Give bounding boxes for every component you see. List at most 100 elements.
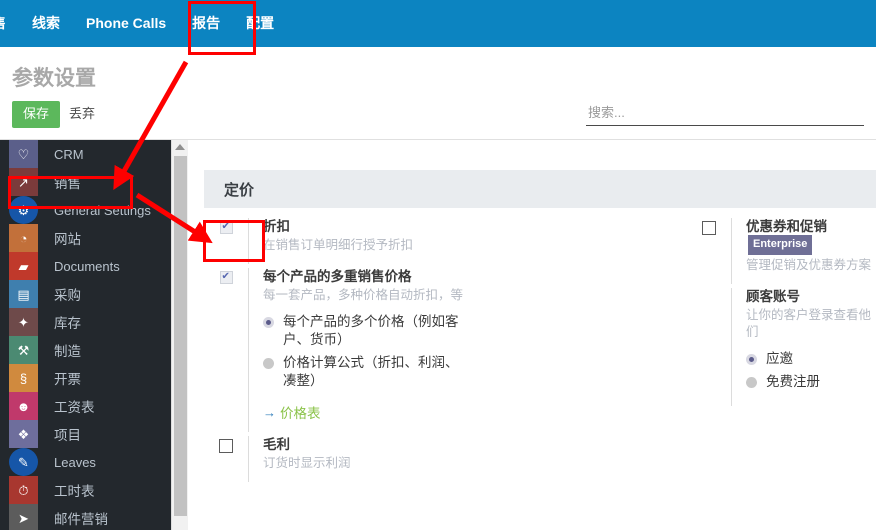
nav-item-configuration[interactable]: 配置 — [233, 0, 287, 47]
radio-group: 应邀免费注册 — [746, 350, 876, 391]
settings-column-right: 优惠券和促销Enterprise 管理促销及优惠券方案 顾客账号 让你的客户登录查看他… — [687, 218, 876, 410]
nav-item-sales[interactable]: 售 — [0, 0, 19, 47]
section-title: 定价 — [224, 181, 255, 199]
checkbox-cell — [204, 436, 248, 482]
enterprise-badge: Enterprise — [748, 235, 813, 255]
gear-circle-icon: ⚙ — [9, 196, 38, 224]
sidebar-item-13[interactable]: ➤ 邮件营销 — [0, 504, 171, 530]
setting-checkbox[interactable] — [219, 220, 233, 234]
setting-body: 每个产品的多重销售价格 每一套产品，多种价格自动折扣，等 每个产品的多个价格（例如客… — [248, 268, 624, 432]
sidebar-item-label: 项目 — [54, 428, 81, 443]
sidebar-item-3[interactable]: ◔ 网站 — [0, 224, 171, 252]
sidebar-item-0[interactable]: ♡ CRM — [0, 140, 171, 168]
sidebar-item-7[interactable]: ⚒ 制造 — [0, 336, 171, 364]
radio-group: 每个产品的多个价格（例如客户、货币） 价格计算公式（折扣、利润、凑整） — [263, 313, 624, 390]
checkbox-cell — [687, 218, 731, 284]
sidebar-item-label: Documents — [54, 258, 120, 274]
sidebar-item-label: 开票 — [54, 372, 81, 387]
stopwatch-icon: ⏱ — [9, 476, 38, 504]
pricelist-link[interactable]: 价格表 — [280, 402, 321, 422]
setting-description: 每一套产品，多种价格自动折扣，等 — [263, 288, 464, 302]
sidebar-item-5[interactable]: ▤ 采购 — [0, 280, 171, 308]
checkbox-cell — [687, 288, 731, 406]
nav-item-reports[interactable]: 报告 — [179, 0, 233, 47]
sidebar-item-6[interactable]: ✦ 库存 — [0, 308, 171, 336]
setting-checkbox[interactable] — [702, 221, 716, 235]
sidebar-item-label: 采购 — [54, 288, 81, 303]
checkbox-cell — [204, 268, 248, 432]
setting-title: 优惠券和促销Enterprise — [746, 218, 876, 255]
setting-body: 折扣 在销售订单明细行授予折扣 — [248, 218, 624, 264]
setting-title-text: 毛利 — [263, 437, 290, 452]
setting-body: 顾客账号 让你的客户登录查看他们 应邀 免费注册 — [731, 288, 876, 406]
checkbox-cell — [204, 218, 248, 264]
top-navigation-bar: 售 线索 Phone Calls 报告 配置 — [0, 0, 876, 47]
page-header: 参数设置 保存 丢弃 — [0, 47, 876, 140]
radio-label: 应邀 — [766, 351, 793, 366]
pricelist-link-row[interactable]: → 价格表 — [263, 402, 624, 422]
wrench-icon: ⚒ — [9, 336, 38, 364]
sidebar-item-4[interactable]: ▰ Documents — [0, 252, 171, 280]
radio-button[interactable] — [263, 358, 274, 369]
globe-icon: ◔ — [9, 224, 38, 252]
scroll-up-arrow-icon[interactable] — [175, 144, 185, 150]
setting-row: 每个产品的多重销售价格每一套产品，多种价格自动折扣，等每个产品的多个价格（例如客… — [204, 268, 624, 432]
search-box — [586, 102, 864, 126]
setting-title-text: 优惠券和促销 — [746, 219, 827, 234]
settings-sidebar: ♡ CRM ↗ 销售 ⚙ General Settings ◔ 网站 ▰ Documents ▤ 采购… — [0, 140, 171, 530]
box-icon: ✦ — [9, 308, 38, 336]
settings-main-panel: 定价 折扣在销售订单明细行授予折扣每个产品的多重销售价格每一套产品，多种价格自动… — [189, 140, 876, 530]
sidebar-item-label: CRM — [54, 146, 84, 162]
sidebar-item-label: 邮件营销 — [54, 512, 108, 527]
nav-item-phone-calls[interactable]: Phone Calls — [73, 0, 179, 47]
setting-row: 顾客账号 让你的客户登录查看他们 应邀 免费注册 — [687, 288, 876, 406]
scrollbar-thumb[interactable] — [174, 156, 187, 516]
sidebar-item-label: 工时表 — [54, 484, 95, 499]
arrow-right-icon: → — [263, 404, 276, 420]
radio-option[interactable]: 免费注册 — [746, 373, 876, 391]
discard-button[interactable]: 丢弃 — [65, 101, 99, 128]
payroll-user-icon: ☻ — [9, 392, 38, 420]
sidebar-item-label: 制造 — [54, 344, 81, 359]
settings-column-left: 折扣在销售订单明细行授予折扣每个产品的多重销售价格每一套产品，多种价格自动折扣，… — [204, 218, 624, 486]
setting-checkbox[interactable] — [219, 270, 233, 284]
radio-label: 价格计算公式（折扣、利润、凑整） — [283, 355, 459, 388]
sidebar-item-11[interactable]: ✎ Leaves — [0, 448, 171, 476]
sidebar-item-9[interactable]: ☻ 工资表 — [0, 392, 171, 420]
radio-option[interactable]: 应邀 — [746, 350, 876, 368]
setting-row: 毛利 订货时显示利润 — [204, 436, 624, 482]
page-title: 参数设置 — [12, 67, 96, 90]
sidebar-item-label: 网站 — [54, 232, 81, 247]
radio-option[interactable]: 价格计算公式（折扣、利润、凑整） — [263, 354, 624, 390]
sidebar-item-12[interactable]: ⏱ 工时表 — [0, 476, 171, 504]
radio-button[interactable] — [746, 377, 757, 388]
folder-icon: ▰ — [9, 252, 38, 280]
search-input[interactable] — [586, 102, 864, 126]
sidebar-item-label: 库存 — [54, 316, 81, 331]
section-header-pricing: 定价 — [204, 170, 876, 208]
save-button[interactable]: 保存 — [12, 101, 61, 128]
sidebar-item-label: 销售 — [54, 176, 81, 191]
sidebar-item-2[interactable]: ⚙ General Settings — [0, 196, 171, 224]
sidebar-item-label: Leaves — [54, 454, 96, 470]
radio-option[interactable]: 每个产品的多个价格（例如客户、货币） — [263, 313, 624, 349]
setting-body: 优惠券和促销Enterprise 管理促销及优惠券方案 — [731, 218, 876, 284]
setting-title: 毛利 — [263, 436, 624, 453]
sidebar-item-label: General Settings — [54, 202, 151, 218]
setting-checkbox[interactable] — [219, 439, 233, 453]
sidebar-item-1[interactable]: ↗ 销售 — [0, 168, 171, 196]
sales-chart-icon: ↗ — [9, 168, 38, 196]
setting-title-text: 折扣 — [263, 219, 290, 234]
handshake-icon: ♡ — [9, 140, 38, 168]
setting-title: 折扣 — [263, 218, 624, 235]
sidebar-scrollbar[interactable] — [171, 140, 188, 530]
radio-button[interactable] — [263, 317, 274, 328]
setting-description: 管理促销及优惠券方案 — [746, 258, 872, 272]
nav-item-leads[interactable]: 线索 — [19, 0, 73, 47]
setting-description: 订货时显示利润 — [263, 456, 351, 470]
radio-button[interactable] — [746, 354, 757, 365]
radio-label: 每个产品的多个价格（例如客户、货币） — [283, 314, 459, 347]
sidebar-item-10[interactable]: ❖ 项目 — [0, 420, 171, 448]
sidebar-item-8[interactable]: § 开票 — [0, 364, 171, 392]
setting-title: 顾客账号 — [746, 288, 876, 305]
